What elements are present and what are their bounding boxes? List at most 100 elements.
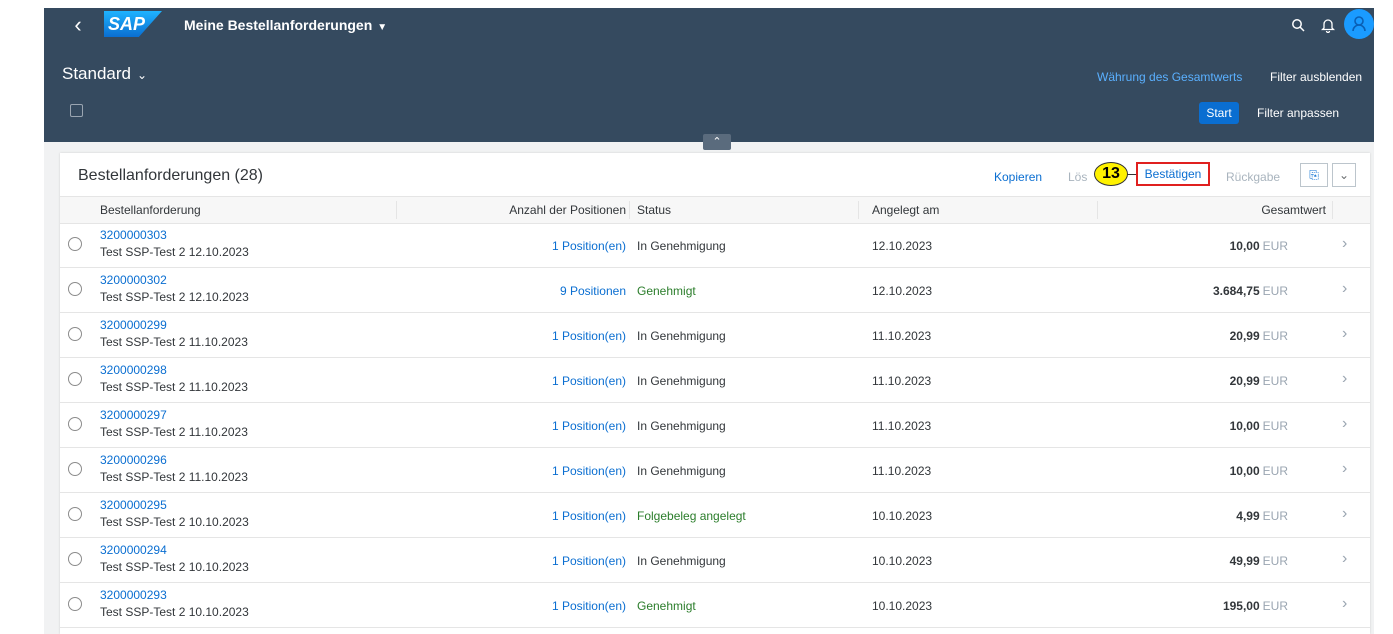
back-icon[interactable]: ‹: [66, 12, 90, 38]
table-row[interactable]: 3200000297 Test SSP-Test 2 11.10.2023 1 …: [60, 403, 1370, 448]
go-button[interactable]: Start: [1199, 102, 1239, 124]
amount: 195,00: [1222, 599, 1260, 613]
total-value: 20,99 EUR: [1100, 374, 1288, 388]
request-id-link[interactable]: 3200000296: [100, 453, 167, 467]
variant-selector[interactable]: Standard ⌄: [62, 64, 147, 84]
column-header-total[interactable]: Gesamtwert: [1100, 197, 1326, 223]
request-id-link[interactable]: 3200000293: [100, 588, 167, 602]
row-navigation-icon[interactable]: ›: [1342, 325, 1347, 343]
confirm-button[interactable]: Bestätigen: [1136, 162, 1210, 186]
table-row[interactable]: 3200000296 Test SSP-Test 2 11.10.2023 1 …: [60, 448, 1370, 493]
column-header-request[interactable]: Bestellanforderung: [100, 197, 201, 223]
row-select-radio[interactable]: [68, 462, 82, 476]
request-id-link[interactable]: 3200000302: [100, 273, 167, 287]
table-row-partial: 3200000292: [60, 628, 1370, 634]
row-select-radio[interactable]: [68, 552, 82, 566]
item-count-link[interactable]: 1 Position(en): [460, 554, 626, 568]
currency: EUR: [1262, 419, 1288, 433]
row-navigation-icon[interactable]: ›: [1342, 505, 1347, 523]
status-text: In Genehmigung: [637, 419, 726, 433]
item-count-link[interactable]: 1 Position(en): [460, 329, 626, 343]
created-date: 11.10.2023: [872, 419, 932, 433]
row-navigation-icon[interactable]: ›: [1342, 550, 1347, 568]
collapse-header-button[interactable]: ⌃: [703, 134, 731, 150]
search-icon[interactable]: [1287, 14, 1309, 36]
filter-bar: Standard ⌄ Währung des Gesamtwerts Filter…: [44, 42, 1374, 142]
request-id-link[interactable]: 3200000294: [100, 543, 167, 557]
currency: EUR: [1262, 239, 1288, 253]
table-row[interactable]: 3200000298 Test SSP-Test 2 11.10.2023 1 …: [60, 358, 1370, 403]
item-count-link[interactable]: 1 Position(en): [460, 419, 626, 433]
column-header-count[interactable]: Anzahl der Positionen: [460, 197, 626, 223]
filter-checkbox[interactable]: [70, 104, 83, 117]
amount: 10,00: [1229, 464, 1260, 478]
app-title: Meine Bestellanforderungen: [184, 17, 373, 33]
request-id-link[interactable]: 3200000298: [100, 363, 167, 377]
copy-button[interactable]: Kopieren: [994, 170, 1042, 184]
return-button[interactable]: Rückgabe: [1226, 170, 1280, 184]
item-count-link[interactable]: 1 Position(en): [460, 374, 626, 388]
request-id-link[interactable]: 3200000299: [100, 318, 167, 332]
row-navigation-icon[interactable]: ›: [1342, 460, 1347, 478]
request-id-link[interactable]: 3200000303: [100, 228, 167, 242]
export-dropdown-button[interactable]: ⌄: [1332, 163, 1356, 187]
row-select-radio[interactable]: [68, 597, 82, 611]
sap-logo[interactable]: SAP: [104, 11, 162, 37]
item-count-link[interactable]: 1 Position(en): [460, 239, 626, 253]
column-header-status[interactable]: Status: [637, 197, 671, 223]
created-date: 11.10.2023: [872, 464, 932, 478]
export-button[interactable]: ⎘: [1300, 163, 1328, 187]
row-select-radio[interactable]: [68, 327, 82, 341]
bell-icon[interactable]: [1317, 14, 1339, 36]
row-navigation-icon[interactable]: ›: [1342, 235, 1347, 253]
request-id-link[interactable]: 3200000295: [100, 498, 167, 512]
item-count-link[interactable]: 9 Positionen: [460, 284, 626, 298]
row-navigation-icon[interactable]: ›: [1342, 595, 1347, 613]
caret-down-icon: ▼: [377, 22, 388, 33]
status-text: In Genehmigung: [637, 464, 726, 478]
user-avatar[interactable]: [1344, 9, 1374, 39]
table-row[interactable]: 3200000295 Test SSP-Test 2 10.10.2023 1 …: [60, 493, 1370, 538]
amount: 20,99: [1229, 329, 1260, 343]
row-select-radio[interactable]: [68, 237, 82, 251]
row-navigation-icon[interactable]: ›: [1342, 370, 1347, 388]
amount: 3.684,75: [1212, 284, 1260, 298]
item-count-link[interactable]: 1 Position(en): [460, 509, 626, 523]
row-select-radio[interactable]: [68, 372, 82, 386]
total-value: 10,00 EUR: [1100, 239, 1288, 253]
created-date: 11.10.2023: [872, 374, 932, 388]
hide-filter-link[interactable]: Filter ausblenden: [1270, 70, 1362, 84]
item-count-link[interactable]: 1 Position(en): [460, 464, 626, 478]
table-row[interactable]: 3200000302 Test SSP-Test 2 12.10.2023 9 …: [60, 268, 1370, 313]
row-navigation-icon[interactable]: ›: [1342, 415, 1347, 433]
request-description: Test SSP-Test 2 12.10.2023: [100, 245, 249, 259]
table-row[interactable]: 3200000303 Test SSP-Test 2 12.10.2023 1 …: [60, 223, 1370, 268]
table-row[interactable]: 3200000299 Test SSP-Test 2 11.10.2023 1 …: [60, 313, 1370, 358]
currency: EUR: [1262, 284, 1288, 298]
status-text: In Genehmigung: [637, 374, 726, 388]
table-row[interactable]: 3200000293 Test SSP-Test 2 10.10.2023 1 …: [60, 583, 1370, 628]
item-count-link[interactable]: 1 Position(en): [460, 599, 626, 613]
app-title-menu[interactable]: Meine Bestellanforderungen ▼: [184, 8, 387, 42]
column-separator: [1332, 201, 1333, 219]
row-select-radio[interactable]: [68, 417, 82, 431]
adapt-filters-button[interactable]: Filter anpassen: [1257, 106, 1339, 120]
request-id-link[interactable]: 3200000297: [100, 408, 167, 422]
delete-button[interactable]: Lös: [1068, 170, 1087, 184]
status-text: Genehmigt: [637, 284, 696, 298]
column-header-created[interactable]: Angelegt am: [872, 197, 939, 223]
currency-link[interactable]: Währung des Gesamtwerts: [1097, 70, 1242, 84]
amount: 20,99: [1229, 374, 1260, 388]
status-text: In Genehmigung: [637, 554, 726, 568]
chevron-down-icon: ⌄: [1338, 168, 1350, 182]
amount: 10,00: [1229, 419, 1260, 433]
row-select-radio[interactable]: [68, 282, 82, 296]
chevron-up-icon: ⌃: [712, 136, 722, 148]
table-row[interactable]: 3200000294 Test SSP-Test 2 10.10.2023 1 …: [60, 538, 1370, 583]
row-navigation-icon[interactable]: ›: [1342, 280, 1347, 298]
total-value: 10,00 EUR: [1100, 419, 1288, 433]
request-description: Test SSP-Test 2 12.10.2023: [100, 290, 249, 304]
row-select-radio[interactable]: [68, 507, 82, 521]
created-date: 12.10.2023: [872, 239, 933, 253]
total-value: 10,00 EUR: [1100, 464, 1288, 478]
